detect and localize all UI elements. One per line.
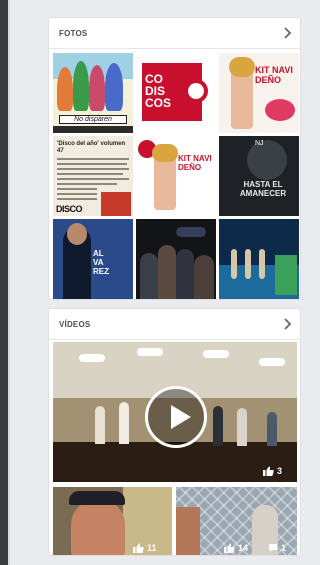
chevron-right-icon[interactable] [282,318,292,330]
photos-title: FOTOS [59,28,88,38]
video-thumb-1[interactable]: 11 [53,487,172,555]
photo-thumb-9[interactable] [219,219,299,299]
video-likes: 3 [277,466,283,476]
photo-caption: No disparen [59,115,127,124]
photo-thumb-5[interactable]: KIT NAVI DEÑO [136,136,216,216]
video-like-count: 3 [263,466,282,476]
photo-headline: 'Disco del año' volumen 47 [57,141,126,154]
photo-thumb-3[interactable]: KIT NAVI DEÑO [219,53,299,133]
photo-grid: No disparen CO DIS COS KIT NAVI DEÑO 'Di… [53,53,299,299]
chevron-right-icon[interactable] [282,27,292,39]
photo-promo-text-2: KIT NAVI DEÑO [178,154,212,172]
photo-promo-text: KIT NAVI DEÑO [255,65,293,85]
photo-logo-text: CO DIS COS [145,72,172,110]
video-like-count: 11 [133,543,157,553]
videos-card: VÍDEOS 3 11 14 1 [48,308,301,556]
like-icon [133,543,144,553]
photo-thumb-6[interactable]: NJ HASTA EL AMANECER [219,136,299,216]
play-icon [171,405,191,429]
like-icon [263,466,274,476]
photo-thumb-8[interactable] [136,219,216,299]
photo-album-title: HASTA EL AMANECER [239,180,287,198]
video-like-count: 14 [224,543,248,553]
video-thumb-2[interactable]: 14 1 [176,487,297,555]
video-comments: 1 [281,543,287,553]
photo-thumb-2[interactable]: CO DIS COS [136,53,216,133]
videos-header[interactable]: VÍDEOS [49,309,300,340]
like-icon [224,543,235,553]
photo-thumb-4[interactable]: 'Disco del año' volumen 47 DISCO [53,136,133,216]
photos-card: FOTOS No disparen CO DIS COS KIT NAVI DE… [48,17,301,300]
photo-album-name: AL VA REZ [93,249,109,276]
video-comment-count: 1 [268,543,286,553]
video-main[interactable]: 3 [53,342,297,482]
comment-icon [269,544,277,552]
photo-footer-text: DISCO [56,204,83,214]
photo-thumb-1[interactable]: No disparen [53,53,133,133]
videos-title: VÍDEOS [59,319,91,329]
video-likes: 14 [238,543,249,553]
video-likes: 11 [147,543,157,553]
photo-thumb-7[interactable]: AL VA REZ [53,219,133,299]
photo-logo: NJ [255,140,264,147]
window-left-border [8,0,10,565]
window-left-edge [0,0,8,565]
play-button[interactable] [145,386,207,448]
photos-header[interactable]: FOTOS [49,18,300,49]
